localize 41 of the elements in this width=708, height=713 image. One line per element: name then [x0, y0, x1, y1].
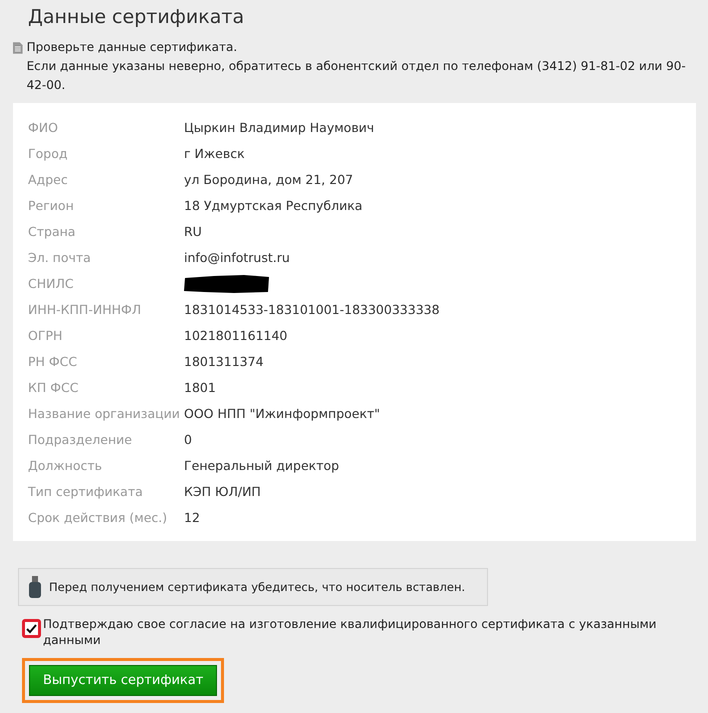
field-value: 18 Удмуртская Республика [184, 197, 364, 215]
field-label: Название организации [28, 405, 181, 423]
field-value: КЭП ЮЛ/ИП [184, 483, 262, 501]
field-value: 1801 [184, 379, 217, 397]
document-icon [13, 42, 23, 54]
issue-certificate-button[interactable]: Выпустить сертификат [29, 665, 218, 696]
field-value: 1021801161140 [184, 327, 288, 345]
field-value: Цыркин Владимир Наумович [184, 119, 376, 137]
field-label: РН ФСС [28, 353, 78, 371]
check-icon [26, 624, 37, 634]
field-label: ФИО [28, 119, 59, 137]
field-value: 1801311374 [184, 353, 265, 371]
field-label: СНИЛС [28, 275, 75, 293]
page-title: Данные сертификата [28, 6, 246, 28]
consent-checkbox[interactable] [22, 619, 41, 638]
field-value: 0 [184, 431, 193, 449]
field-label: Город [28, 145, 68, 163]
field-value: ООО НПП "Ижинформпроект" [184, 405, 382, 423]
field-value: 12 [184, 509, 201, 527]
field-value: RU [184, 223, 203, 241]
field-label: Страна [28, 223, 76, 241]
field-label: Срок действия (мес.) [28, 509, 168, 527]
field-value: г Ижевск [184, 145, 246, 163]
field-label: КП ФСС [28, 379, 80, 397]
field-label: Адрес [28, 171, 69, 189]
field-value: 1831014533-183101001-183300333338 [184, 301, 441, 319]
field-label: ОГРН [28, 327, 64, 345]
field-label: Подразделение [28, 431, 133, 449]
field-label: Должность [28, 457, 104, 475]
consent-label: Подтверждаю свое согласие на изготовление квалифицированного сертификата с указанными данными [43, 616, 658, 648]
field-label: Регион [28, 197, 75, 215]
usb-drive-icon [29, 576, 41, 598]
field-value: Генеральный директор [184, 457, 340, 475]
notice-text: Проверьте данные сертификата. [26, 39, 238, 56]
field-value: info@infotrust.ru [184, 249, 291, 267]
field-label: Эл. почта [28, 249, 92, 267]
usb-notice-text: Перед получением сертификата убедитесь, что носитель вставлен. [49, 580, 466, 594]
notice-text: Если данные указаны неверно, обратитесь в абонентский отдел по телефонам (3412) 91-81-02 или 90-42-00. [26, 58, 687, 94]
field-label: ИНН-КПП-ИННФЛ [28, 301, 142, 319]
field-value: ул Бородина, дом 21, 207 [184, 171, 354, 189]
field-label: Тип сертификата [28, 483, 144, 501]
